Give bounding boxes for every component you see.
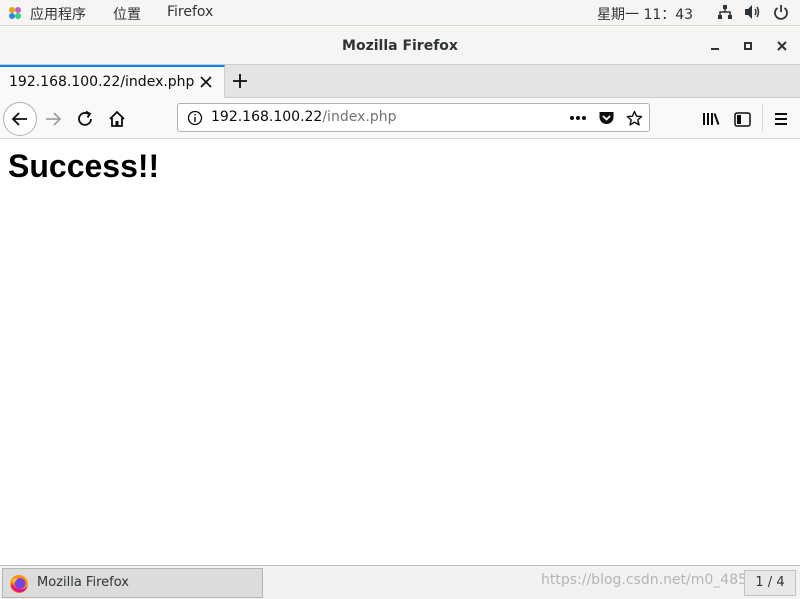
volume-icon[interactable] xyxy=(744,3,762,21)
taskbar-item-firefox[interactable]: Mozilla Firefox xyxy=(2,568,263,598)
toolbar-separator xyxy=(762,104,763,132)
tab-title: 192.168.100.22/index.php xyxy=(9,74,195,90)
back-arrow-icon xyxy=(11,112,27,126)
pocket-icon[interactable] xyxy=(597,109,615,127)
url-path: /index.php xyxy=(322,109,397,125)
home-icon[interactable] xyxy=(107,109,127,129)
applications-menu[interactable]: 应用程序 xyxy=(30,4,86,24)
tab-close-icon[interactable] xyxy=(198,74,214,90)
minimize-icon[interactable] xyxy=(704,35,726,57)
network-icon[interactable] xyxy=(716,3,734,21)
maximize-icon[interactable] xyxy=(737,35,759,57)
clock[interactable]: 星期一 11：43 xyxy=(597,4,693,24)
site-info-icon[interactable] xyxy=(187,110,203,126)
system-tray xyxy=(716,3,790,21)
applications-menu-icon[interactable] xyxy=(8,6,22,20)
navigation-toolbar: 192.168.100.22/index.php xyxy=(0,98,800,139)
library-icon[interactable] xyxy=(701,109,721,129)
reload-icon[interactable] xyxy=(75,109,95,129)
window-title-bar[interactable]: Mozilla Firefox xyxy=(0,27,800,65)
workspace-switcher[interactable]: 1 / 4 xyxy=(744,570,796,596)
page-heading: Success!! xyxy=(8,148,160,184)
window-title: Mozilla Firefox xyxy=(342,38,458,54)
firefox-icon xyxy=(10,575,28,593)
sidebar-icon[interactable] xyxy=(732,109,752,129)
places-menu[interactable]: 位置 xyxy=(113,4,141,24)
tab-index-php[interactable]: 192.168.100.22/index.php xyxy=(0,65,225,98)
forward-icon[interactable] xyxy=(43,109,63,129)
tab-strip: 192.168.100.22/index.php xyxy=(0,65,800,98)
page-actions-icon[interactable] xyxy=(569,109,587,127)
hamburger-menu-icon[interactable] xyxy=(771,109,791,129)
system-top-bar: 应用程序 位置 Firefox 星期一 11：43 xyxy=(0,0,800,26)
back-button[interactable] xyxy=(3,102,37,136)
url-text[interactable]: 192.168.100.22/index.php xyxy=(211,109,396,125)
taskbar-item-label: Mozilla Firefox xyxy=(37,575,129,590)
power-icon[interactable] xyxy=(772,3,790,21)
app-menu[interactable]: Firefox xyxy=(167,4,213,20)
page-content: Success!! xyxy=(0,140,800,565)
bookmark-star-icon[interactable] xyxy=(625,109,643,127)
url-bar[interactable]: 192.168.100.22/index.php xyxy=(177,103,650,132)
new-tab-icon[interactable] xyxy=(231,72,249,90)
url-host: 192.168.100.22 xyxy=(211,109,323,125)
close-icon[interactable] xyxy=(771,35,793,57)
window-list-taskbar: Mozilla Firefox https://blog.csdn.net/m0… xyxy=(0,565,800,599)
